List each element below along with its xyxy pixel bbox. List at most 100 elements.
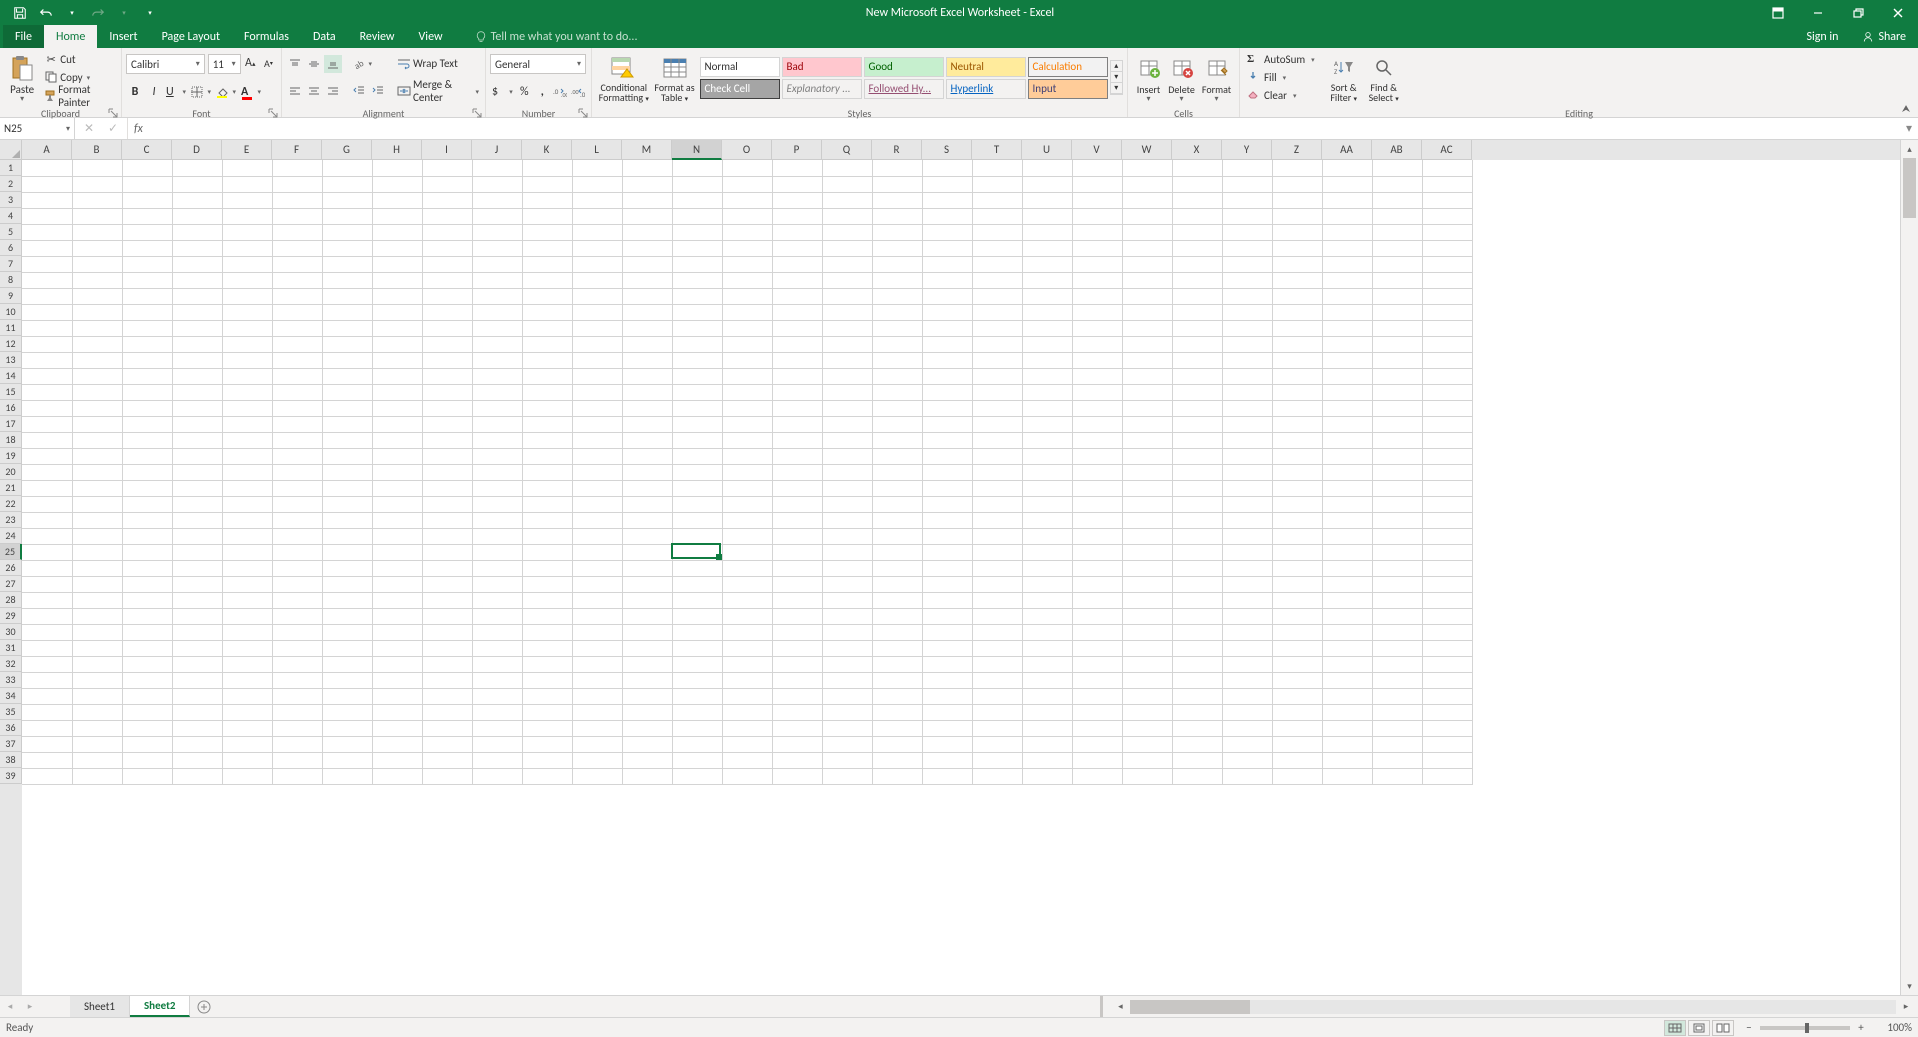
- cell[interactable]: [672, 768, 722, 784]
- cell[interactable]: [72, 576, 122, 592]
- cell[interactable]: [472, 368, 522, 384]
- cell[interactable]: [122, 272, 172, 288]
- column-header-P[interactable]: P: [772, 140, 822, 160]
- cell[interactable]: [1072, 672, 1122, 688]
- cell[interactable]: [1072, 592, 1122, 608]
- cell[interactable]: [322, 544, 372, 560]
- row-header-13[interactable]: 13: [0, 352, 22, 368]
- row-header-15[interactable]: 15: [0, 384, 22, 400]
- cell[interactable]: [472, 544, 522, 560]
- cell[interactable]: [922, 768, 972, 784]
- cell[interactable]: [372, 576, 422, 592]
- cell[interactable]: [772, 528, 822, 544]
- cell[interactable]: [1122, 240, 1172, 256]
- cell[interactable]: [1272, 656, 1322, 672]
- cell[interactable]: [672, 416, 722, 432]
- cell[interactable]: [1372, 736, 1422, 752]
- cell[interactable]: [222, 672, 272, 688]
- column-header-H[interactable]: H: [372, 140, 422, 160]
- cell[interactable]: [272, 720, 322, 736]
- cell[interactable]: [572, 576, 622, 592]
- cell[interactable]: [372, 416, 422, 432]
- cell[interactable]: [1072, 224, 1122, 240]
- cell[interactable]: [672, 544, 722, 560]
- cell[interactable]: [1222, 528, 1272, 544]
- cell[interactable]: [172, 720, 222, 736]
- cell[interactable]: [1022, 288, 1072, 304]
- cell[interactable]: [572, 240, 622, 256]
- cell[interactable]: [522, 512, 572, 528]
- cell[interactable]: [822, 608, 872, 624]
- cell[interactable]: [122, 592, 172, 608]
- cell[interactable]: [1022, 192, 1072, 208]
- cell[interactable]: [272, 624, 322, 640]
- cell[interactable]: [22, 208, 72, 224]
- cell[interactable]: [1022, 592, 1072, 608]
- cell[interactable]: [922, 496, 972, 512]
- cell[interactable]: [322, 240, 372, 256]
- cell[interactable]: [922, 576, 972, 592]
- cell[interactable]: [122, 432, 172, 448]
- new-sheet-button[interactable]: [190, 996, 218, 1017]
- cell[interactable]: [1022, 336, 1072, 352]
- cell[interactable]: [122, 384, 172, 400]
- cell[interactable]: [922, 160, 972, 176]
- cell[interactable]: [322, 592, 372, 608]
- cell[interactable]: [872, 432, 922, 448]
- cell[interactable]: [422, 384, 472, 400]
- font-color-button[interactable]: A: [239, 83, 263, 101]
- cell[interactable]: [172, 496, 222, 512]
- cell[interactable]: [22, 592, 72, 608]
- cell[interactable]: [1422, 352, 1472, 368]
- cell[interactable]: [1272, 640, 1322, 656]
- cell[interactable]: [722, 688, 772, 704]
- cell[interactable]: [1422, 304, 1472, 320]
- cell[interactable]: [922, 304, 972, 320]
- cell[interactable]: [772, 192, 822, 208]
- cell[interactable]: [272, 192, 322, 208]
- cell[interactable]: [22, 448, 72, 464]
- cell[interactable]: [122, 400, 172, 416]
- cell[interactable]: [1072, 304, 1122, 320]
- cell[interactable]: [1422, 592, 1472, 608]
- cell[interactable]: [272, 752, 322, 768]
- cell[interactable]: [322, 224, 372, 240]
- cell[interactable]: [1372, 336, 1422, 352]
- enter-formula-button[interactable]: ✓: [105, 121, 121, 137]
- cell[interactable]: [1422, 496, 1472, 512]
- cell[interactable]: [922, 560, 972, 576]
- cell[interactable]: [1222, 288, 1272, 304]
- row-header-33[interactable]: 33: [0, 672, 22, 688]
- cell[interactable]: [322, 336, 372, 352]
- cell[interactable]: [122, 304, 172, 320]
- cell[interactable]: [572, 304, 622, 320]
- cell[interactable]: [1372, 448, 1422, 464]
- row-header-21[interactable]: 21: [0, 480, 22, 496]
- cell[interactable]: [672, 704, 722, 720]
- cell[interactable]: [822, 736, 872, 752]
- cell[interactable]: [222, 352, 272, 368]
- cell[interactable]: [672, 368, 722, 384]
- cell[interactable]: [722, 256, 772, 272]
- cell[interactable]: [1022, 160, 1072, 176]
- cell[interactable]: [522, 384, 572, 400]
- cell[interactable]: [1272, 384, 1322, 400]
- restore-button[interactable]: [1838, 0, 1878, 25]
- cell[interactable]: [1322, 368, 1372, 384]
- cell[interactable]: [522, 336, 572, 352]
- cell[interactable]: [672, 496, 722, 512]
- cell[interactable]: [472, 192, 522, 208]
- cell[interactable]: [72, 384, 122, 400]
- cell[interactable]: [1422, 560, 1472, 576]
- row-header-31[interactable]: 31: [0, 640, 22, 656]
- cell[interactable]: [522, 592, 572, 608]
- top-align-button[interactable]: [286, 55, 304, 73]
- cell[interactable]: [472, 240, 522, 256]
- cell[interactable]: [922, 336, 972, 352]
- cell[interactable]: [22, 640, 72, 656]
- cell[interactable]: [372, 640, 422, 656]
- left-align-button[interactable]: [286, 82, 304, 100]
- cell[interactable]: [922, 256, 972, 272]
- cell[interactable]: [622, 576, 672, 592]
- cell[interactable]: [972, 416, 1022, 432]
